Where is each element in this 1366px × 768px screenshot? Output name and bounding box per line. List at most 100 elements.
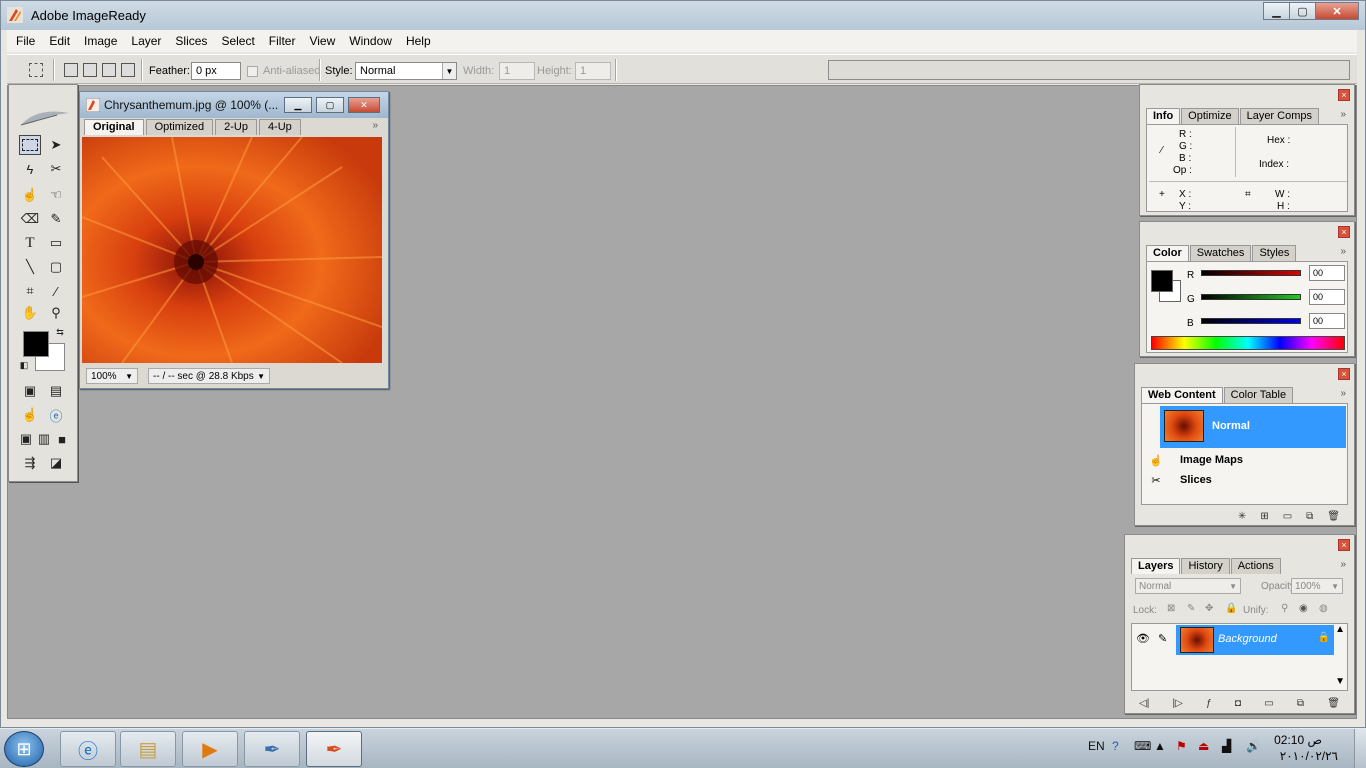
foreground-color-swatch[interactable] [23,331,49,357]
new-slice-icon[interactable]: ⊞ [1260,511,1268,522]
eraser-tool-icon[interactable]: ⌫ [19,209,41,229]
menu-window[interactable]: Window [342,31,399,51]
full-screen-mode-icon[interactable]: ■ [53,429,71,449]
palette-menu-icon[interactable]: » [1340,388,1346,399]
lock-position-icon[interactable]: ✥ [1205,603,1213,614]
list-item-slices[interactable]: ✂ Slices [1142,470,1347,490]
minimize-button[interactable]: ▁ [1263,2,1289,20]
add-mask-icon[interactable]: ◘ [1235,698,1241,709]
blend-mode-select[interactable]: Normal ▼ [1135,578,1241,594]
canvas-image[interactable] [82,137,382,363]
close-button[interactable]: ✕ [1315,2,1359,20]
layer-row-background[interactable]: Background 🔒 [1176,625,1334,655]
network-icon[interactable]: ▟ [1222,739,1231,753]
line-tool-icon[interactable]: ╲ [19,257,41,277]
green-slider[interactable] [1201,294,1301,300]
subtract-selection-icon[interactable] [102,63,116,77]
blue-slider[interactable] [1201,318,1301,324]
palette-menu-icon[interactable]: » [1340,246,1346,257]
tab-actions[interactable]: Actions [1230,558,1281,574]
move-tool-icon[interactable]: ➤ [45,135,67,155]
media-player-icon[interactable]: ▶ [182,731,238,767]
tab-color[interactable]: Color [1146,245,1189,261]
toggle-image-maps-icon[interactable]: ▤ [45,381,67,401]
unify-style-icon[interactable]: ◍ [1319,603,1328,614]
eyedropper-tool-icon[interactable]: ⁄ [45,281,67,301]
color-ramp[interactable] [1151,336,1345,350]
tab-original[interactable]: Original [84,119,144,135]
hand-tool-icon[interactable]: ✋ [19,303,41,323]
palette-close-button[interactable]: × [1338,226,1350,238]
menu-view[interactable]: View [302,31,342,51]
eye-icon[interactable]: 👁 [1136,632,1150,645]
duplicate-icon[interactable]: ⧉ [1306,511,1313,522]
lock-transparency-icon[interactable]: ⊠ [1167,603,1175,614]
opacity-input[interactable]: 100% ▼ [1291,578,1343,594]
clock-date[interactable]: ٢٠١٠/٠٢/٢٦ [1280,749,1338,763]
doc-maximize-button[interactable]: ▢ [316,97,344,113]
new-layer-icon[interactable]: ⧉ [1297,698,1304,709]
full-screen-menu-mode-icon[interactable]: ▥ [35,429,53,449]
brush-tool-icon[interactable]: ✎ [45,209,67,229]
style-select[interactable]: Normal ▼ [355,62,457,80]
blue-value[interactable]: 00 [1309,313,1345,329]
green-value[interactable]: 00 [1309,289,1345,305]
rounded-rect-tool-icon[interactable]: ▢ [45,257,67,277]
new-rollover-icon[interactable]: ✳ [1238,511,1246,522]
unify-visibility-icon[interactable]: ◉ [1299,603,1308,614]
clock-time[interactable]: 02:10 ص [1274,733,1322,747]
tab-optimized[interactable]: Optimized [145,119,214,135]
internet-explorer-icon[interactable]: ⓔ [60,731,116,767]
menu-slices[interactable]: Slices [168,31,214,51]
list-item-image-maps[interactable]: ☝ Image Maps [1142,450,1347,470]
feather-logo-icon[interactable] [17,105,73,129]
image-map-tool-icon[interactable]: ☝ [19,185,41,205]
new-folder-icon[interactable]: ▭ [1283,511,1292,522]
trash-icon[interactable]: 🗑 [1327,698,1340,709]
menu-edit[interactable]: Edit [42,31,77,51]
jump-to-photoshop-icon[interactable]: ⇶ [19,453,41,473]
standard-screen-mode-icon[interactable]: ▣ [17,429,35,449]
unify-position-icon[interactable]: ⚲ [1281,603,1288,614]
doc-close-button[interactable]: ✕ [348,97,380,113]
rectangular-marquee-tool-icon[interactable] [19,135,41,155]
previous-frame-icon[interactable]: ◁| [1139,698,1149,709]
show-desktop-button[interactable] [1354,729,1366,768]
foreground-color-swatch[interactable] [1151,270,1173,292]
lock-pixels-icon[interactable]: ✎ [1187,603,1195,614]
rollover-preview-icon[interactable]: ☝ [19,405,41,425]
scroll-up-icon[interactable]: ▲ [1335,624,1345,635]
show-hidden-icons-icon[interactable]: ▲ [1154,739,1166,753]
start-button[interactable]: ⊞ [4,731,44,767]
tab-history[interactable]: History [1181,558,1230,574]
maximize-button[interactable]: ▢ [1289,2,1315,20]
menu-image[interactable]: Image [77,31,124,51]
menu-layer[interactable]: Layer [124,31,168,51]
feather-input[interactable]: 0 px [191,62,241,80]
toggle-slices-icon[interactable]: ▣ [19,381,41,401]
tab-optimize[interactable]: Optimize [1181,108,1239,124]
new-layer-set-icon[interactable]: ▭ [1264,698,1273,709]
trash-icon[interactable]: 🗑 [1327,511,1340,522]
photoshop-feather-icon[interactable]: ✒ [244,731,300,767]
tab-layer-comps[interactable]: Layer Comps [1239,108,1319,124]
file-explorer-icon[interactable]: ▤ [120,731,176,767]
layer-style-icon[interactable]: ƒ [1206,698,1212,709]
safely-remove-icon[interactable]: ⏏ [1198,739,1209,753]
tab-color-table[interactable]: Color Table [1223,387,1294,403]
action-center-icon[interactable]: ⚑ [1176,739,1187,753]
zoom-tool-icon[interactable]: ⚲ [45,303,67,323]
swap-colors-icon[interactable]: ⇆ [53,325,67,339]
help-icon[interactable]: ? [1112,739,1119,753]
rectangle-tool-icon[interactable]: ▭ [45,233,67,253]
menu-select[interactable]: Select [214,31,261,51]
width-input[interactable]: 1 [499,62,535,80]
menu-filter[interactable]: Filter [262,31,303,51]
volume-icon[interactable]: 🔊 [1246,739,1261,753]
anti-aliased-checkbox[interactable]: Anti-aliased [247,62,320,80]
red-value[interactable]: 00 [1309,265,1345,281]
edit-in-photoshop-icon[interactable]: ◪ [45,453,67,473]
document-title-bar[interactable]: Chrysanthemum.jpg @ 100% (... ▁ ▢ ✕ [80,92,388,118]
preview-in-browser-icon[interactable]: ⓔ [45,405,67,425]
marquee-preset-icon[interactable] [29,63,43,77]
